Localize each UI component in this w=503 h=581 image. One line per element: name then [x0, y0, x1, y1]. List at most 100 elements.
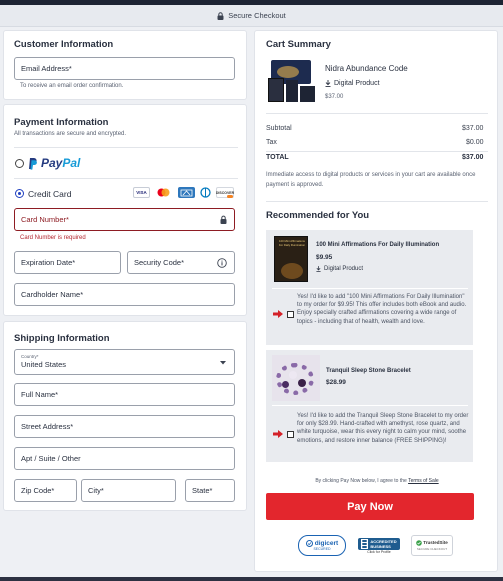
visa-icon: VISA	[133, 187, 150, 198]
access-note: Immediate access to digital products or …	[266, 172, 476, 188]
payment-title: Payment Information	[14, 117, 109, 128]
paypal-icon	[29, 157, 37, 170]
recommended-item-1-name: 100 Mini Affirmations For Daily Illumina…	[316, 242, 440, 248]
download-icon	[316, 266, 321, 272]
secure-checkout-bar: Secure Checkout	[0, 5, 503, 27]
affirmations-thumbnail-text: 100 Mini Affirmations For Daily Illumina…	[278, 239, 306, 247]
bbb-line2: BUSINESS	[370, 543, 391, 549]
zip-code-field[interactable]: Zip Code*	[14, 479, 77, 502]
digicert-label: digicert	[314, 539, 339, 547]
recommended-divider	[266, 201, 488, 202]
digicert-icon	[305, 539, 313, 547]
email-hint: To receive an email order confirmation.	[20, 83, 124, 89]
total-value: $37.00	[462, 154, 484, 161]
city-label: City*	[88, 486, 104, 495]
apt-suite-field[interactable]: Apt / Suite / Other	[14, 447, 235, 470]
recommended-title: Recommended for You	[266, 210, 370, 221]
expiration-date-label: Expiration Date*	[21, 258, 76, 267]
product-name: Nidra Abundance Code	[325, 64, 408, 73]
bbb-icon	[361, 538, 369, 549]
recommended-item-1-price: $9.95	[316, 254, 333, 261]
subtotal-label: Subtotal	[266, 125, 292, 132]
digicert-badge[interactable]: digicert SECURED	[298, 535, 346, 556]
trustedsite-sub: SECURE CHECKOUT	[416, 546, 448, 551]
terms-prefix: By clicking Pay Now below, I agree to th…	[315, 478, 407, 484]
paypal-logo[interactable]: PayPal	[28, 156, 80, 170]
download-icon	[325, 80, 331, 87]
expiration-date-field[interactable]: Expiration Date*	[14, 251, 121, 274]
recommended-item-1-divider	[272, 288, 468, 289]
email-field[interactable]: Email Address*	[14, 57, 235, 80]
email-label: Email Address*	[21, 64, 72, 73]
lock-icon	[220, 215, 227, 224]
product-type-row: Digital Product	[325, 80, 380, 87]
total-divider	[266, 151, 488, 152]
product-thumbnail	[267, 58, 317, 104]
card-number-label: Card Number*	[21, 215, 69, 224]
paypal-divider	[14, 178, 238, 179]
paypal-pay-text: Pay	[41, 156, 63, 170]
security-code-label: Security Code*	[134, 258, 185, 267]
card-number-field[interactable]: Card Number*	[14, 208, 235, 231]
cardholder-name-label: Cardholder Name*	[21, 290, 84, 299]
recommended-item-2-name: Tranquil Sleep Stone Bracelet	[326, 368, 411, 374]
cardholder-name-field[interactable]: Cardholder Name*	[14, 283, 235, 306]
recommended-item-2-divider	[272, 405, 468, 406]
terms-link[interactable]: Terms of Sale	[408, 478, 439, 484]
arrow-right-icon	[273, 430, 283, 438]
discover-icon-dot	[227, 195, 233, 198]
state-label: State*	[192, 486, 213, 495]
terms-text: By clicking Pay Now below, I agree to th…	[266, 478, 488, 484]
recommended-item-1-offer: Yes! I'd like to add "100 Mini Affirmati…	[297, 294, 467, 325]
cart-title: Cart Summary	[266, 39, 331, 50]
pay-now-button[interactable]: Pay Now	[266, 493, 474, 520]
apt-suite-label: Apt / Suite / Other	[21, 454, 81, 463]
recommended-item-2-checkbox[interactable]	[287, 431, 294, 438]
paypal-pal-text: Pal	[62, 156, 81, 170]
customer-card: Customer Information Email Address* To r…	[4, 31, 246, 99]
lock-icon	[217, 11, 224, 20]
chevron-down-icon	[220, 361, 226, 365]
street-address-field[interactable]: Street Address*	[14, 415, 235, 438]
payment-divider	[14, 147, 238, 148]
product-type: Digital Product	[334, 80, 380, 87]
bottom-bar	[0, 577, 503, 581]
city-field[interactable]: City*	[81, 479, 176, 502]
cart-divider	[266, 113, 488, 114]
recommended-item-1-checkbox[interactable]	[287, 311, 294, 318]
trustedsite-badge[interactable]: TrustedSite SECURE CHECKOUT	[411, 535, 453, 556]
country-value: United States	[21, 360, 67, 369]
full-name-label: Full Name*	[21, 390, 59, 399]
paypal-radio[interactable]	[15, 159, 24, 168]
bracelet-thumbnail	[272, 355, 320, 401]
tax-value: $0.00	[466, 139, 484, 146]
credit-card-label[interactable]: Credit Card	[28, 189, 71, 199]
diners-icon	[197, 187, 214, 198]
payment-subtitle: All transactions are secure and encrypte…	[14, 131, 127, 137]
bbb-sub: Click for Profile	[367, 549, 391, 554]
product-price: $37.00	[325, 94, 344, 100]
tax-label: Tax	[266, 139, 277, 146]
security-code-field[interactable]: Security Code*	[127, 251, 235, 274]
recommended-item-2-price: $28.99	[326, 379, 346, 386]
info-icon[interactable]	[217, 258, 227, 268]
secure-checkout-label: Secure Checkout	[228, 11, 286, 20]
arrow-right-icon	[273, 310, 283, 318]
country-select[interactable]: Country* United States	[14, 349, 235, 375]
digicert-sub: SECURED	[313, 546, 331, 551]
full-name-field[interactable]: Full Name*	[14, 383, 235, 406]
bbb-badge[interactable]: ACCREDITED BUSINESS Click for Profile	[352, 535, 406, 556]
zip-code-label: Zip Code*	[21, 486, 55, 495]
subtotal-value: $37.00	[462, 125, 484, 132]
recommended-item-1-type: Digital Product	[324, 266, 364, 272]
total-label: TOTAL	[266, 154, 289, 161]
amex-icon	[178, 187, 195, 198]
country-label: Country*	[21, 354, 39, 359]
recommended-item-1-type-row: Digital Product	[316, 266, 363, 272]
card-number-error: Card Number is required	[20, 235, 86, 241]
affirmations-thumbnail: 100 Mini Affirmations For Daily Illumina…	[274, 236, 308, 282]
mastercard-icon	[155, 187, 172, 198]
state-field[interactable]: State*	[185, 479, 235, 502]
shipping-title: Shipping Information	[14, 333, 110, 344]
credit-card-radio[interactable]	[15, 189, 24, 198]
